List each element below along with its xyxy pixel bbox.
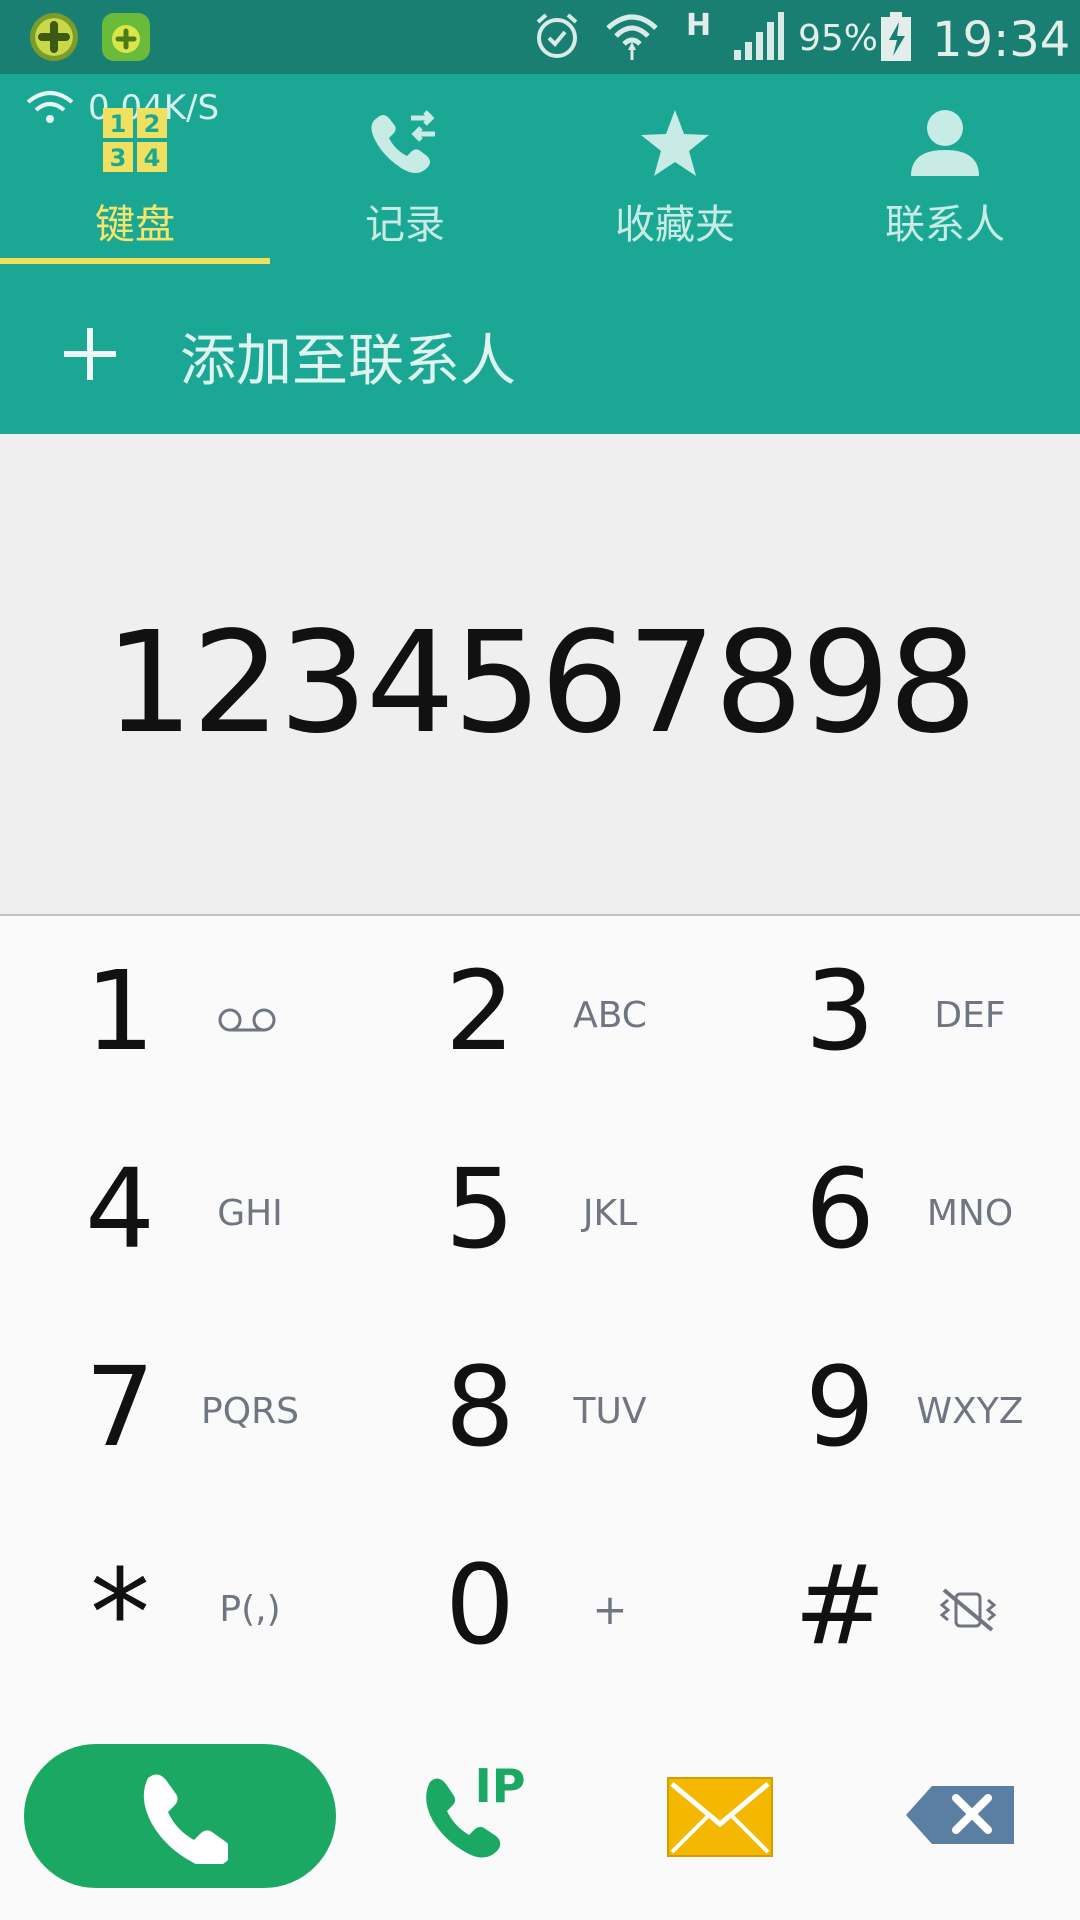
network-type: H <box>686 8 712 43</box>
tab-label: 收藏夹 <box>615 202 735 248</box>
clock: 19:34 <box>932 12 1071 68</box>
svg-text:1: 1 <box>110 110 127 138</box>
ip-call-icon: IP <box>426 1759 526 1858</box>
key-digit: 0 <box>445 1541 515 1669</box>
svg-text:2: 2 <box>144 110 161 138</box>
dialed-number[interactable]: 1234567898 <box>0 602 1080 765</box>
key-letters: WXYZ <box>916 1391 1024 1432</box>
key-letters: P(,) <box>219 1589 281 1630</box>
signal-icon <box>734 12 784 60</box>
key-letters: MNO <box>926 1193 1014 1234</box>
key-letters: TUV <box>573 1391 647 1432</box>
key-digit: * <box>90 1545 150 1684</box>
plus-icon <box>64 328 116 380</box>
key-letters: + <box>592 1585 628 1634</box>
app-icon-360 <box>30 13 78 61</box>
battery-charging-icon <box>881 12 911 61</box>
keypad: 1 2 ABC 3 DEF 4 GHI 5 JKL 6 MNO 7 PQRS 8… <box>0 916 1080 1716</box>
key-digit: 3 <box>805 947 875 1075</box>
vibrate-mute-icon <box>939 1588 997 1632</box>
ip-label: IP <box>475 1759 526 1813</box>
call-button[interactable] <box>24 1744 336 1888</box>
keypad-icon: 1 2 3 4 <box>103 108 167 172</box>
tab-contacts[interactable]: 联系人 <box>810 74 1080 264</box>
key-hash[interactable]: # <box>720 1510 1080 1708</box>
key-4[interactable]: 4 GHI <box>0 1114 360 1312</box>
tab-keypad[interactable]: 1 2 3 4 键盘 <box>0 74 270 264</box>
message-icon <box>667 1777 773 1857</box>
key-digit: 6 <box>805 1145 875 1273</box>
voicemail-icon <box>218 1008 276 1032</box>
key-8[interactable]: 8 TUV <box>360 1312 720 1510</box>
alarm-icon <box>536 13 578 58</box>
key-digit: 7 <box>85 1343 155 1471</box>
tab-favorites[interactable]: 收藏夹 <box>540 74 810 264</box>
svg-text:4: 4 <box>144 144 161 172</box>
key-digit: # <box>793 1541 887 1669</box>
number-display[interactable]: 1234567898 <box>0 434 1080 916</box>
key-letters: ABC <box>573 995 647 1036</box>
tab-label: 记录 <box>365 202 445 248</box>
key-5[interactable]: 5 JKL <box>360 1114 720 1312</box>
key-digit: 5 <box>445 1145 515 1273</box>
key-3[interactable]: 3 DEF <box>720 916 1080 1114</box>
battery-percent: 95% <box>798 18 879 59</box>
tab-label: 键盘 <box>95 202 175 248</box>
wifi-icon <box>606 14 658 60</box>
key-6[interactable]: 6 MNO <box>720 1114 1080 1312</box>
person-icon <box>911 110 979 176</box>
key-star[interactable]: * P(,) <box>0 1510 360 1708</box>
key-9[interactable]: 9 WXYZ <box>720 1312 1080 1510</box>
key-digit: 8 <box>445 1343 515 1471</box>
key-letters: GHI <box>217 1193 283 1234</box>
key-letters: JKL <box>582 1193 638 1234</box>
star-icon <box>641 110 709 176</box>
key-digit: 9 <box>805 1343 875 1471</box>
call-icon <box>143 1774 228 1864</box>
tab-label: 联系人 <box>885 202 1005 248</box>
key-1[interactable]: 1 <box>0 916 360 1114</box>
key-digit: 2 <box>445 947 515 1075</box>
key-digit: 1 <box>85 947 155 1075</box>
key-0[interactable]: 0 + <box>360 1510 720 1708</box>
key-7[interactable]: 7 PQRS <box>0 1312 360 1510</box>
app-icon-360-security <box>102 13 150 61</box>
key-letters: DEF <box>934 995 1006 1036</box>
key-letters: PQRS <box>201 1391 299 1432</box>
ip-call-button[interactable]: IP <box>420 1756 540 1876</box>
add-to-contacts-button[interactable]: 添加至联系人 <box>0 264 1080 434</box>
dialer-actions: IP <box>0 1716 1080 1920</box>
call-log-icon <box>371 110 435 173</box>
backspace-button[interactable] <box>904 1784 1016 1846</box>
add-to-contacts-label: 添加至联系人 <box>180 329 516 394</box>
backspace-icon <box>906 1786 1014 1844</box>
key-2[interactable]: 2 ABC <box>360 916 720 1114</box>
message-button[interactable] <box>666 1776 774 1858</box>
svg-text:3: 3 <box>110 144 127 172</box>
tab-call-log[interactable]: 记录 <box>270 74 540 264</box>
key-digit: 4 <box>85 1145 155 1273</box>
status-bar: H 95% 19:34 <box>0 0 1080 74</box>
